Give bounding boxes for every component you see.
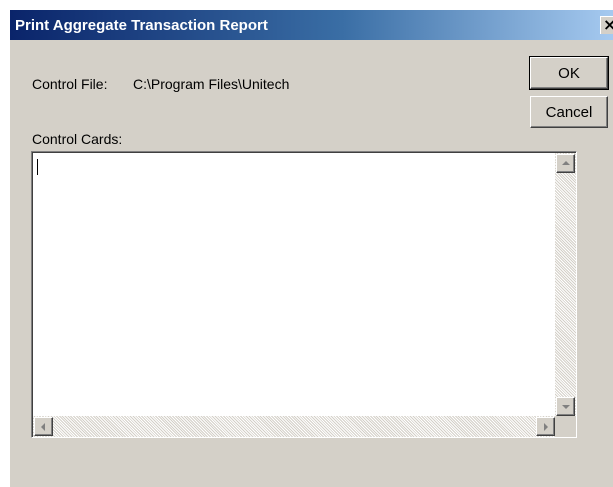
control-file-value: C:\Program Files\Unitech bbox=[133, 76, 290, 92]
control-cards-label: Control Cards: bbox=[32, 131, 123, 147]
vertical-scrollbar[interactable] bbox=[555, 153, 576, 416]
scroll-down-button[interactable] bbox=[556, 397, 575, 416]
horizontal-scrollbar[interactable] bbox=[33, 416, 555, 437]
scroll-left-button[interactable] bbox=[34, 417, 53, 436]
control-cards-textarea[interactable] bbox=[31, 151, 577, 438]
ok-button[interactable]: OK bbox=[529, 56, 609, 90]
scroll-right-arrow-icon bbox=[544, 423, 548, 431]
scroll-up-arrow-icon bbox=[562, 161, 570, 165]
scroll-down-arrow-icon bbox=[562, 405, 570, 409]
cancel-button[interactable]: Cancel bbox=[530, 96, 608, 128]
scroll-up-button[interactable] bbox=[556, 154, 575, 173]
text-caret bbox=[37, 159, 38, 175]
title-bar[interactable]: Print Aggregate Transaction Report × bbox=[10, 10, 613, 40]
control-file-label: Control File: bbox=[32, 76, 108, 92]
close-icon: × bbox=[603, 17, 613, 34]
scrollbar-corner bbox=[555, 416, 576, 437]
window-title: Print Aggregate Transaction Report bbox=[15, 17, 268, 34]
scroll-left-arrow-icon bbox=[41, 423, 45, 431]
print-aggregate-dialog: Print Aggregate Transaction Report × Con… bbox=[9, 9, 613, 487]
scroll-right-button[interactable] bbox=[536, 417, 555, 436]
close-button[interactable]: × bbox=[600, 16, 613, 34]
